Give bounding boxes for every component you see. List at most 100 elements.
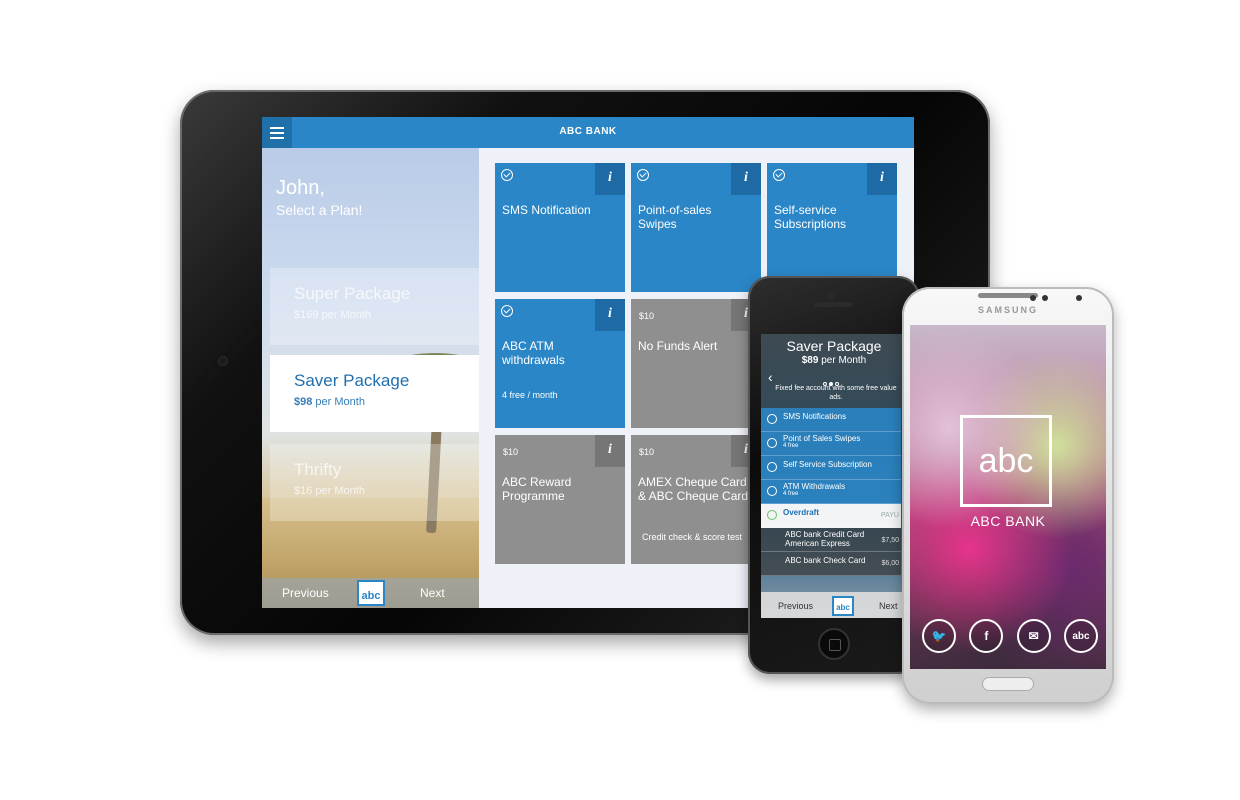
tile-point-of-sales[interactable]: i Point-of-sales Swipes (631, 163, 761, 292)
item-label: ABC bank Check Card (785, 556, 866, 565)
abc-icon[interactable]: abc (1063, 619, 1098, 653)
tile-price: $10 (503, 447, 519, 457)
check-icon (767, 414, 777, 424)
device-showcase: ABC BANK John, Select a Plan! Super Pack… (0, 0, 1240, 800)
top-bar: ABC BANK (262, 117, 914, 148)
bottom-nav: Previous abc Next (262, 578, 479, 608)
plan-price: $16 per Month (294, 485, 365, 497)
tile-no-funds-alert[interactable]: $10 i No Funds Alert (631, 299, 761, 428)
tablet-camera (218, 356, 228, 366)
phone-speaker (814, 302, 852, 307)
twitter-icon[interactable]: 🐦 (922, 619, 956, 653)
tile-self-service[interactable]: i Self-service Subscriptions (767, 163, 897, 292)
app-title: ABC BANK (559, 126, 617, 137)
greeting-name: John, (276, 177, 325, 199)
home-button[interactable] (982, 677, 1034, 691)
plan-name: Thrifty (294, 460, 342, 479)
sensor-dot (1030, 295, 1036, 301)
phone-speaker (978, 293, 1038, 298)
greeting-subtitle: Select a Plan! (276, 202, 363, 218)
plan-price: $98 per Month (294, 396, 365, 408)
info-icon[interactable]: i (867, 163, 897, 195)
item-label: Self Service Subscription (783, 460, 872, 469)
tile-label: ABC Reward Programme (502, 475, 572, 503)
check-icon (773, 169, 785, 181)
sensor-dot (1042, 295, 1048, 301)
next-button[interactable]: Next (420, 586, 445, 600)
item-label: SMS Notifications (783, 412, 847, 421)
iphone-device: Saver Package $89 per Month ‹ Fixed fee … (748, 276, 920, 674)
phone-camera (828, 293, 835, 300)
bank-name: ABC BANK (970, 513, 1046, 529)
tile-reward-programme[interactable]: $10 i ABC Reward Programme (495, 435, 625, 564)
package-description: Fixed fee account with some free value a… (775, 385, 897, 401)
plan-super-package[interactable]: Super Package $169 per Month (270, 268, 479, 345)
list-item[interactable]: ATM Withdrawals 4 free (761, 480, 901, 504)
back-chevron-icon[interactable]: ‹ (768, 369, 773, 385)
check-icon (767, 438, 777, 448)
tile-price: $10 (639, 447, 655, 457)
plan-name: Saver Package (294, 371, 410, 390)
bottom-nav: Previous abc Next (761, 592, 907, 618)
tile-sms-notification[interactable]: i SMS Notification (495, 163, 625, 292)
item-label: ABC bank Credit Card American Express (785, 530, 865, 548)
next-button[interactable]: Next (879, 601, 898, 611)
list-item[interactable]: ABC bank Check Card $6,00 (761, 552, 901, 576)
tile-price: $10 (639, 311, 655, 321)
feature-list: SMS Notifications Point of Sales Swipes … (761, 408, 901, 576)
info-icon[interactable]: i (595, 299, 625, 331)
mail-icon[interactable]: ✉ (1016, 619, 1051, 653)
item-label: Overdraft (783, 508, 820, 517)
previous-button[interactable]: Previous (778, 601, 813, 611)
social-links: 🐦 f ✉ abc (922, 619, 1098, 653)
front-camera (1076, 295, 1082, 301)
list-item[interactable]: Overdraft PAYU (761, 504, 901, 528)
info-icon[interactable]: i (731, 163, 761, 195)
home-button[interactable] (818, 628, 850, 660)
list-item[interactable]: Self Service Subscription (761, 456, 901, 480)
check-icon (767, 486, 777, 496)
plan-thrifty[interactable]: Thrifty $16 per Month (270, 444, 479, 521)
tile-atm-withdrawals[interactable]: i ABC ATM withdrawals 4 free / month (495, 299, 625, 428)
samsung-screen: abc ABC BANK 🐦 f ✉ abc (910, 325, 1106, 669)
abc-logo: abc (960, 415, 1052, 507)
tile-label: No Funds Alert (638, 339, 718, 353)
check-icon (767, 510, 777, 520)
item-amount: PAYU (880, 512, 899, 519)
list-item[interactable]: ABC bank Credit Card American Express $7… (761, 528, 901, 552)
plan-panel: John, Select a Plan! Super Package $169 … (262, 148, 479, 608)
item-label: ATM Withdrawals (783, 482, 846, 491)
check-icon (637, 169, 649, 181)
tile-label: ABC ATM withdrawals (502, 339, 565, 367)
list-item[interactable]: SMS Notifications (761, 408, 901, 432)
tile-label: AMEX Cheque Card & ABC Cheque Card (638, 475, 749, 503)
item-amount: $7,50 (881, 537, 899, 544)
item-label: Point of Sales Swipes (783, 434, 861, 443)
check-icon (501, 305, 513, 317)
page-indicator (823, 373, 845, 386)
check-icon (501, 169, 513, 181)
abc-logo: abc (832, 596, 854, 616)
brand-label: SAMSUNG (977, 305, 1038, 315)
samsung-device: SAMSUNG abc ABC BANK 🐦 f ✉ abc (902, 287, 1114, 704)
plan-price: $169 per Month (294, 309, 372, 321)
package-price: $89 per Month (801, 355, 867, 366)
iphone-screen: Saver Package $89 per Month ‹ Fixed fee … (761, 334, 907, 618)
tile-label: Self-service Subscriptions (774, 203, 847, 231)
abc-logo: abc (357, 580, 385, 606)
plan-saver-package[interactable]: Saver Package $98 per Month (270, 355, 479, 432)
tile-amex-cheque-card[interactable]: $10 i AMEX Cheque Card & ABC Cheque Card… (631, 435, 761, 564)
tile-label: SMS Notification (502, 203, 591, 217)
tile-label: Point-of-sales Swipes (638, 203, 712, 231)
facebook-icon[interactable]: f (969, 619, 1004, 653)
item-sub: 4 free (783, 491, 799, 497)
item-amount: $6,00 (881, 560, 899, 567)
previous-button[interactable]: Previous (282, 586, 329, 600)
info-icon[interactable]: i (595, 163, 625, 195)
item-sub: 4 free (783, 443, 799, 449)
plan-name: Super Package (294, 284, 411, 303)
list-item[interactable]: Point of Sales Swipes 4 free (761, 432, 901, 456)
check-icon (767, 462, 777, 472)
info-icon[interactable]: i (595, 435, 625, 467)
tile-note: 4 free / month (502, 390, 558, 400)
